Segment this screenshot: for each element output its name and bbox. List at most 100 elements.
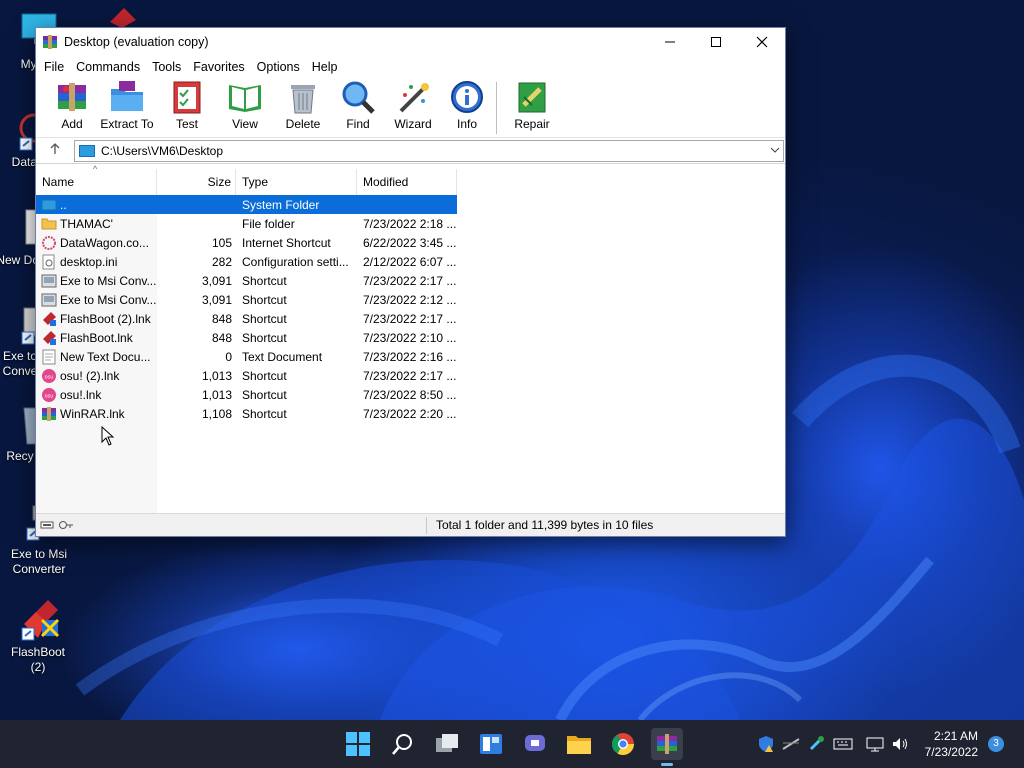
network-disabled-icon[interactable] [781,735,801,753]
extract-folder-icon [109,79,145,115]
extract-to-button[interactable]: Extract To [96,78,158,131]
flashboot-icon [41,311,57,327]
osu-icon: osu [41,387,57,403]
menu-file[interactable]: File [38,56,70,78]
winrar-icon [42,34,58,50]
file-name-cell: THAMAC' [36,216,157,232]
menu-options[interactable]: Options [251,56,306,78]
file-explorer-button[interactable] [563,728,595,760]
info-button[interactable]: Info [442,78,492,131]
file-name: THAMAC' [60,216,113,231]
file-row[interactable]: FlashBoot.lnk 848 Shortcut 7/23/2022 2:10 .… [36,328,457,347]
test-button[interactable]: Test [158,78,216,131]
file-type: Configuration setti... [242,254,349,269]
column-type[interactable]: Type [236,169,357,195]
file-row[interactable]: Exe to Msi Conv... 3,091 Shortcut 7/23/2022… [36,271,457,290]
file-name-cell: FlashBoot (2).lnk [36,311,157,327]
file-row[interactable]: THAMAC' File folder 7/23/2022 2:18 ... [36,214,457,233]
file-type: Shortcut [242,330,287,345]
repair-label: Repair [514,117,550,131]
exe-to-msi-icon [41,292,57,308]
menu-tools[interactable]: Tools [146,56,187,78]
svg-text:osu: osu [45,374,54,380]
winrar-taskbar-button[interactable] [651,728,683,766]
file-name: .. [60,197,67,212]
status-icons [36,520,426,530]
minimize-button[interactable] [647,28,693,56]
winrar-desktop-icon-partial[interactable] [106,6,140,28]
volume-icon[interactable] [891,736,909,752]
file-row[interactable]: New Text Docu... 0 Text Document 7/23/2022 … [36,347,457,366]
chat-button[interactable] [519,728,551,760]
find-button[interactable]: Find [332,78,384,131]
menu-commands[interactable]: Commands [70,56,146,78]
status-divider [426,516,427,534]
notification-badge[interactable]: 3 [988,736,1004,752]
wizard-button[interactable]: Wizard [384,78,442,131]
magnifier-icon [340,79,376,115]
window-title: Desktop (evaluation copy) [64,35,209,49]
status-bar: Total 1 folder and 11,399 bytes in 10 fi… [36,513,785,536]
menu-favorites[interactable]: Favorites [187,56,250,78]
folder-icon [41,216,57,232]
start-button[interactable] [342,728,374,760]
file-name: New Text Docu... [60,349,151,364]
security-icon[interactable] [757,735,775,753]
arrow-up-icon [50,143,60,154]
repair-button[interactable]: Repair [503,78,561,131]
maximize-button[interactable] [693,28,739,56]
view-button[interactable]: View [216,78,274,131]
file-row[interactable]: osu osu! (2).lnk 1,013 Shortcut 7/23/2022 2:… [36,366,457,385]
file-rows: .. System Folder THAMAC' File folder 7/23/20… [36,195,457,423]
svg-text:osu: osu [45,393,54,399]
flashboot-icon [41,330,57,346]
bluetooth-icon[interactable] [807,735,825,753]
file-row[interactable]: FlashBoot (2).lnk 848 Shortcut 7/23/2022 2:… [36,309,457,328]
file-size: 848 [211,311,232,326]
file-modified: 2/12/2022 6:07 ... [363,254,457,269]
file-list[interactable]: ^ Name Size Type Modified .. System Folde… [36,164,785,513]
chevron-down-icon[interactable] [767,145,783,156]
file-modified: 7/23/2022 2:20 ... [363,406,457,421]
file-type: System Folder [242,197,320,212]
column-size[interactable]: Size [157,169,236,195]
column-headers: ^ Name Size Type Modified [36,164,785,195]
close-button[interactable] [739,28,785,56]
system-tray [757,720,909,768]
up-one-level-button[interactable] [36,143,74,158]
file-size: 1,013 [201,368,232,383]
path-combobox[interactable]: C:\Users\VM6\Desktop [74,139,784,162]
desktop-icon-flashboot[interactable]: FlashBoot (2) [2,598,74,675]
file-row[interactable]: osu osu!.lnk 1,013 Shortcut 7/23/2022 8:50 .… [36,385,457,404]
file-size: 3,091 [201,273,232,288]
column-modified[interactable]: Modified [357,169,457,195]
file-row[interactable]: WinRAR.lnk 1,108 Shortcut 7/23/2022 2:20 ..… [36,404,457,423]
widgets-button[interactable] [475,728,507,760]
winrar-icon [657,734,677,754]
keyboard-icon[interactable] [833,737,853,751]
file-row[interactable]: Exe to Msi Conv... 3,091 Shortcut 7/23/2022… [36,290,457,309]
delete-button[interactable]: Delete [274,78,332,131]
file-type: Shortcut [242,311,287,326]
menu-help[interactable]: Help [306,56,344,78]
title-bar[interactable]: Desktop (evaluation copy) [36,28,785,56]
search-button[interactable] [387,728,419,760]
text-doc-icon [41,349,57,365]
close-icon [756,36,768,48]
add-button[interactable]: Add [48,78,96,131]
chrome-button[interactable] [607,728,639,760]
file-size: 848 [211,330,232,345]
internet-shortcut-icon [41,235,57,251]
file-row[interactable]: DataWagon.co... 105 Internet Shortcut 6/22/… [36,233,457,252]
file-row[interactable]: desktop.ini 282 Configuration setti... 2/12… [36,252,457,271]
file-row[interactable]: .. System Folder [36,195,457,214]
file-type: Shortcut [242,406,287,421]
task-view-button[interactable] [431,728,463,760]
winrar-window[interactable]: Desktop (evaluation copy) File Commands … [35,27,786,537]
file-modified: 7/23/2022 2:18 ... [363,216,457,231]
clock[interactable]: 2:21 AM 7/23/2022 [925,728,978,760]
drive-folder-icon [79,144,95,157]
network-icon[interactable] [865,736,885,752]
file-name-cell: DataWagon.co... [36,235,157,251]
test-label: Test [175,117,198,131]
